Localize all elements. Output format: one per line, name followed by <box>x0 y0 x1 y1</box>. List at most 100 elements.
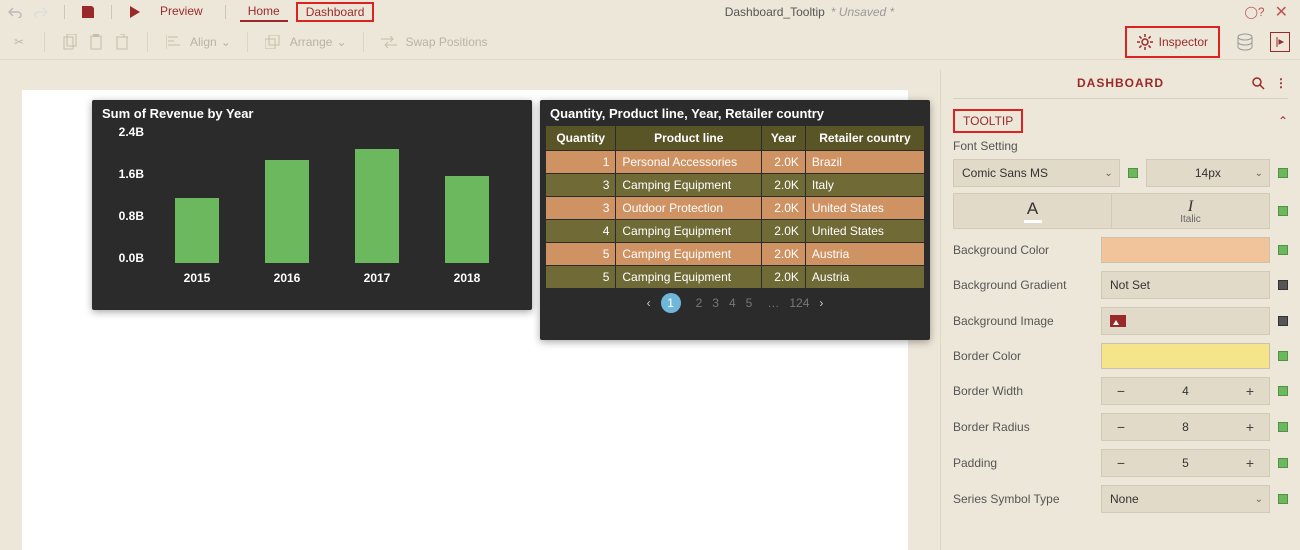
chart-title: Sum of Revenue by Year <box>102 106 522 121</box>
padding-stepper[interactable]: − 5 + <box>1101 449 1270 477</box>
chevron-up-icon: ⌃ <box>1278 114 1288 128</box>
bar[interactable] <box>265 160 309 263</box>
revenue-chart-widget[interactable]: Sum of Revenue by Year 2.4B1.6B0.8B0.0B … <box>92 100 532 310</box>
border-radius-label: Border Radius <box>953 420 1093 434</box>
chevron-down-icon: ⌄ <box>221 35 231 49</box>
save-icon[interactable] <box>79 3 97 21</box>
inspector-label: Inspector <box>1159 35 1208 49</box>
state-dot[interactable] <box>1278 422 1288 432</box>
redo-icon[interactable] <box>32 3 50 21</box>
background-gradient-select[interactable]: Not Set <box>1101 271 1270 299</box>
delete-icon[interactable] <box>113 33 131 51</box>
inspector-button[interactable]: Inspector <box>1125 26 1220 58</box>
paste-icon[interactable] <box>87 33 105 51</box>
bar[interactable] <box>355 149 399 263</box>
swap-positions-button[interactable]: Swap Positions <box>406 35 488 49</box>
close-icon[interactable]: ✕ <box>1275 2 1288 22</box>
minus-icon[interactable]: − <box>1110 455 1132 471</box>
border-width-label: Border Width <box>953 384 1093 398</box>
datasource-icon[interactable] <box>1234 33 1256 51</box>
dashboard-canvas[interactable]: Sum of Revenue by Year 2.4B1.6B0.8B0.0B … <box>22 90 908 550</box>
table-title: Quantity, Product line, Year, Retailer c… <box>540 106 930 125</box>
y-axis-labels: 2.4B1.6B0.8B0.0B <box>102 125 144 265</box>
gear-icon <box>1137 34 1153 50</box>
pager-page[interactable]: 5 <box>746 296 753 310</box>
panel-toggle-icon[interactable] <box>1270 32 1290 52</box>
pager-prev-icon[interactable]: ‹ <box>647 296 651 310</box>
data-table: QuantityProduct lineYearRetailer country… <box>545 125 925 289</box>
dashboard-tab[interactable]: Dashboard <box>296 2 375 22</box>
state-dot[interactable] <box>1278 386 1288 396</box>
bar[interactable] <box>175 198 219 263</box>
table-row[interactable]: 3Camping Equipment2.0KItaly <box>546 174 925 197</box>
bar[interactable] <box>445 176 489 263</box>
preview-tab[interactable]: Preview <box>152 2 211 22</box>
state-dot[interactable] <box>1278 458 1288 468</box>
background-image-picker[interactable] <box>1101 307 1270 335</box>
table-row[interactable]: 4Camping Equipment2.0KUnited States <box>546 220 925 243</box>
panel-header: DASHBOARD ⋮ <box>953 70 1288 99</box>
pager-last[interactable]: 124 <box>789 296 809 310</box>
chevron-down-icon: ⌄ <box>1104 168 1112 179</box>
series-symbol-type-label: Series Symbol Type <box>953 492 1093 506</box>
plus-icon[interactable]: + <box>1239 383 1261 399</box>
background-color-swatch[interactable] <box>1101 237 1270 263</box>
more-icon[interactable]: ⋮ <box>1275 76 1288 90</box>
state-dot[interactable] <box>1278 206 1288 216</box>
plus-icon[interactable]: + <box>1239 419 1261 435</box>
tooltip-section-header[interactable]: TOOLTIP ⌃ <box>953 109 1288 133</box>
minus-icon[interactable]: − <box>1110 383 1132 399</box>
table-pager: ‹ 1 2345 … 124 › <box>540 293 930 313</box>
pager-next-icon[interactable]: › <box>819 296 823 310</box>
align-dropdown[interactable]: Align ⌄ <box>190 35 231 49</box>
series-symbol-type-select[interactable]: None⌄ <box>1101 485 1270 513</box>
swap-icon <box>380 33 398 51</box>
help-icon[interactable]: ◯? <box>1244 5 1264 19</box>
state-dot[interactable] <box>1278 316 1288 326</box>
plus-icon[interactable]: + <box>1239 455 1261 471</box>
pager-current[interactable]: 1 <box>661 293 681 313</box>
data-table-widget[interactable]: Quantity, Product line, Year, Retailer c… <box>540 100 930 340</box>
state-dot[interactable] <box>1278 280 1288 290</box>
font-setting-label: Font Setting <box>953 139 1288 153</box>
unsaved-indicator: * Unsaved * <box>831 5 894 19</box>
image-icon <box>1110 315 1126 327</box>
table-row[interactable]: 5Camping Equipment2.0KAustria <box>546 266 925 289</box>
undo-icon[interactable] <box>6 3 24 21</box>
border-radius-stepper[interactable]: − 8 + <box>1101 413 1270 441</box>
italic-button[interactable]: IItalic <box>1111 193 1270 229</box>
font-size-select[interactable]: 14px⌄ <box>1146 159 1270 187</box>
border-color-swatch[interactable] <box>1101 343 1270 369</box>
font-color-button[interactable]: A <box>953 193 1111 229</box>
inspector-panel: DASHBOARD ⋮ TOOLTIP ⌃ Font Setting Comic… <box>940 70 1300 550</box>
border-width-stepper[interactable]: − 4 + <box>1101 377 1270 405</box>
align-icon <box>164 33 182 51</box>
pager-page[interactable]: 2 <box>696 296 703 310</box>
table-row[interactable]: 1Personal Accessories2.0KBrazil <box>546 151 925 174</box>
state-dot[interactable] <box>1278 494 1288 504</box>
table-row[interactable]: 5Camping Equipment2.0KAustria <box>546 243 925 266</box>
background-gradient-label: Background Gradient <box>953 278 1093 292</box>
pager-page[interactable]: 4 <box>729 296 736 310</box>
state-dot[interactable] <box>1278 168 1288 178</box>
state-dot[interactable] <box>1128 168 1138 178</box>
chevron-down-icon: ⌄ <box>1255 494 1263 505</box>
play-icon[interactable] <box>126 3 144 21</box>
table-row[interactable]: 3Outdoor Protection2.0KUnited States <box>546 197 925 220</box>
padding-label: Padding <box>953 456 1093 470</box>
minus-icon[interactable]: − <box>1110 419 1132 435</box>
search-icon[interactable] <box>1251 76 1265 90</box>
font-family-select[interactable]: Comic Sans MS⌄ <box>953 159 1120 187</box>
home-tab[interactable]: Home <box>240 2 288 22</box>
cut-icon[interactable]: ✂ <box>10 33 28 51</box>
panel-title: DASHBOARD <box>1077 76 1164 90</box>
border-color-label: Border Color <box>953 349 1093 363</box>
ribbon: ✂ Align ⌄ Arrange ⌄ Swap Positions Inspe… <box>0 24 1300 60</box>
document-title: Dashboard_Tooltip* Unsaved * <box>374 5 1244 19</box>
pager-page[interactable]: 3 <box>712 296 719 310</box>
background-image-label: Background Image <box>953 314 1093 328</box>
state-dot[interactable] <box>1278 351 1288 361</box>
copy-icon[interactable] <box>61 33 79 51</box>
arrange-dropdown[interactable]: Arrange ⌄ <box>290 35 347 49</box>
state-dot[interactable] <box>1278 245 1288 255</box>
